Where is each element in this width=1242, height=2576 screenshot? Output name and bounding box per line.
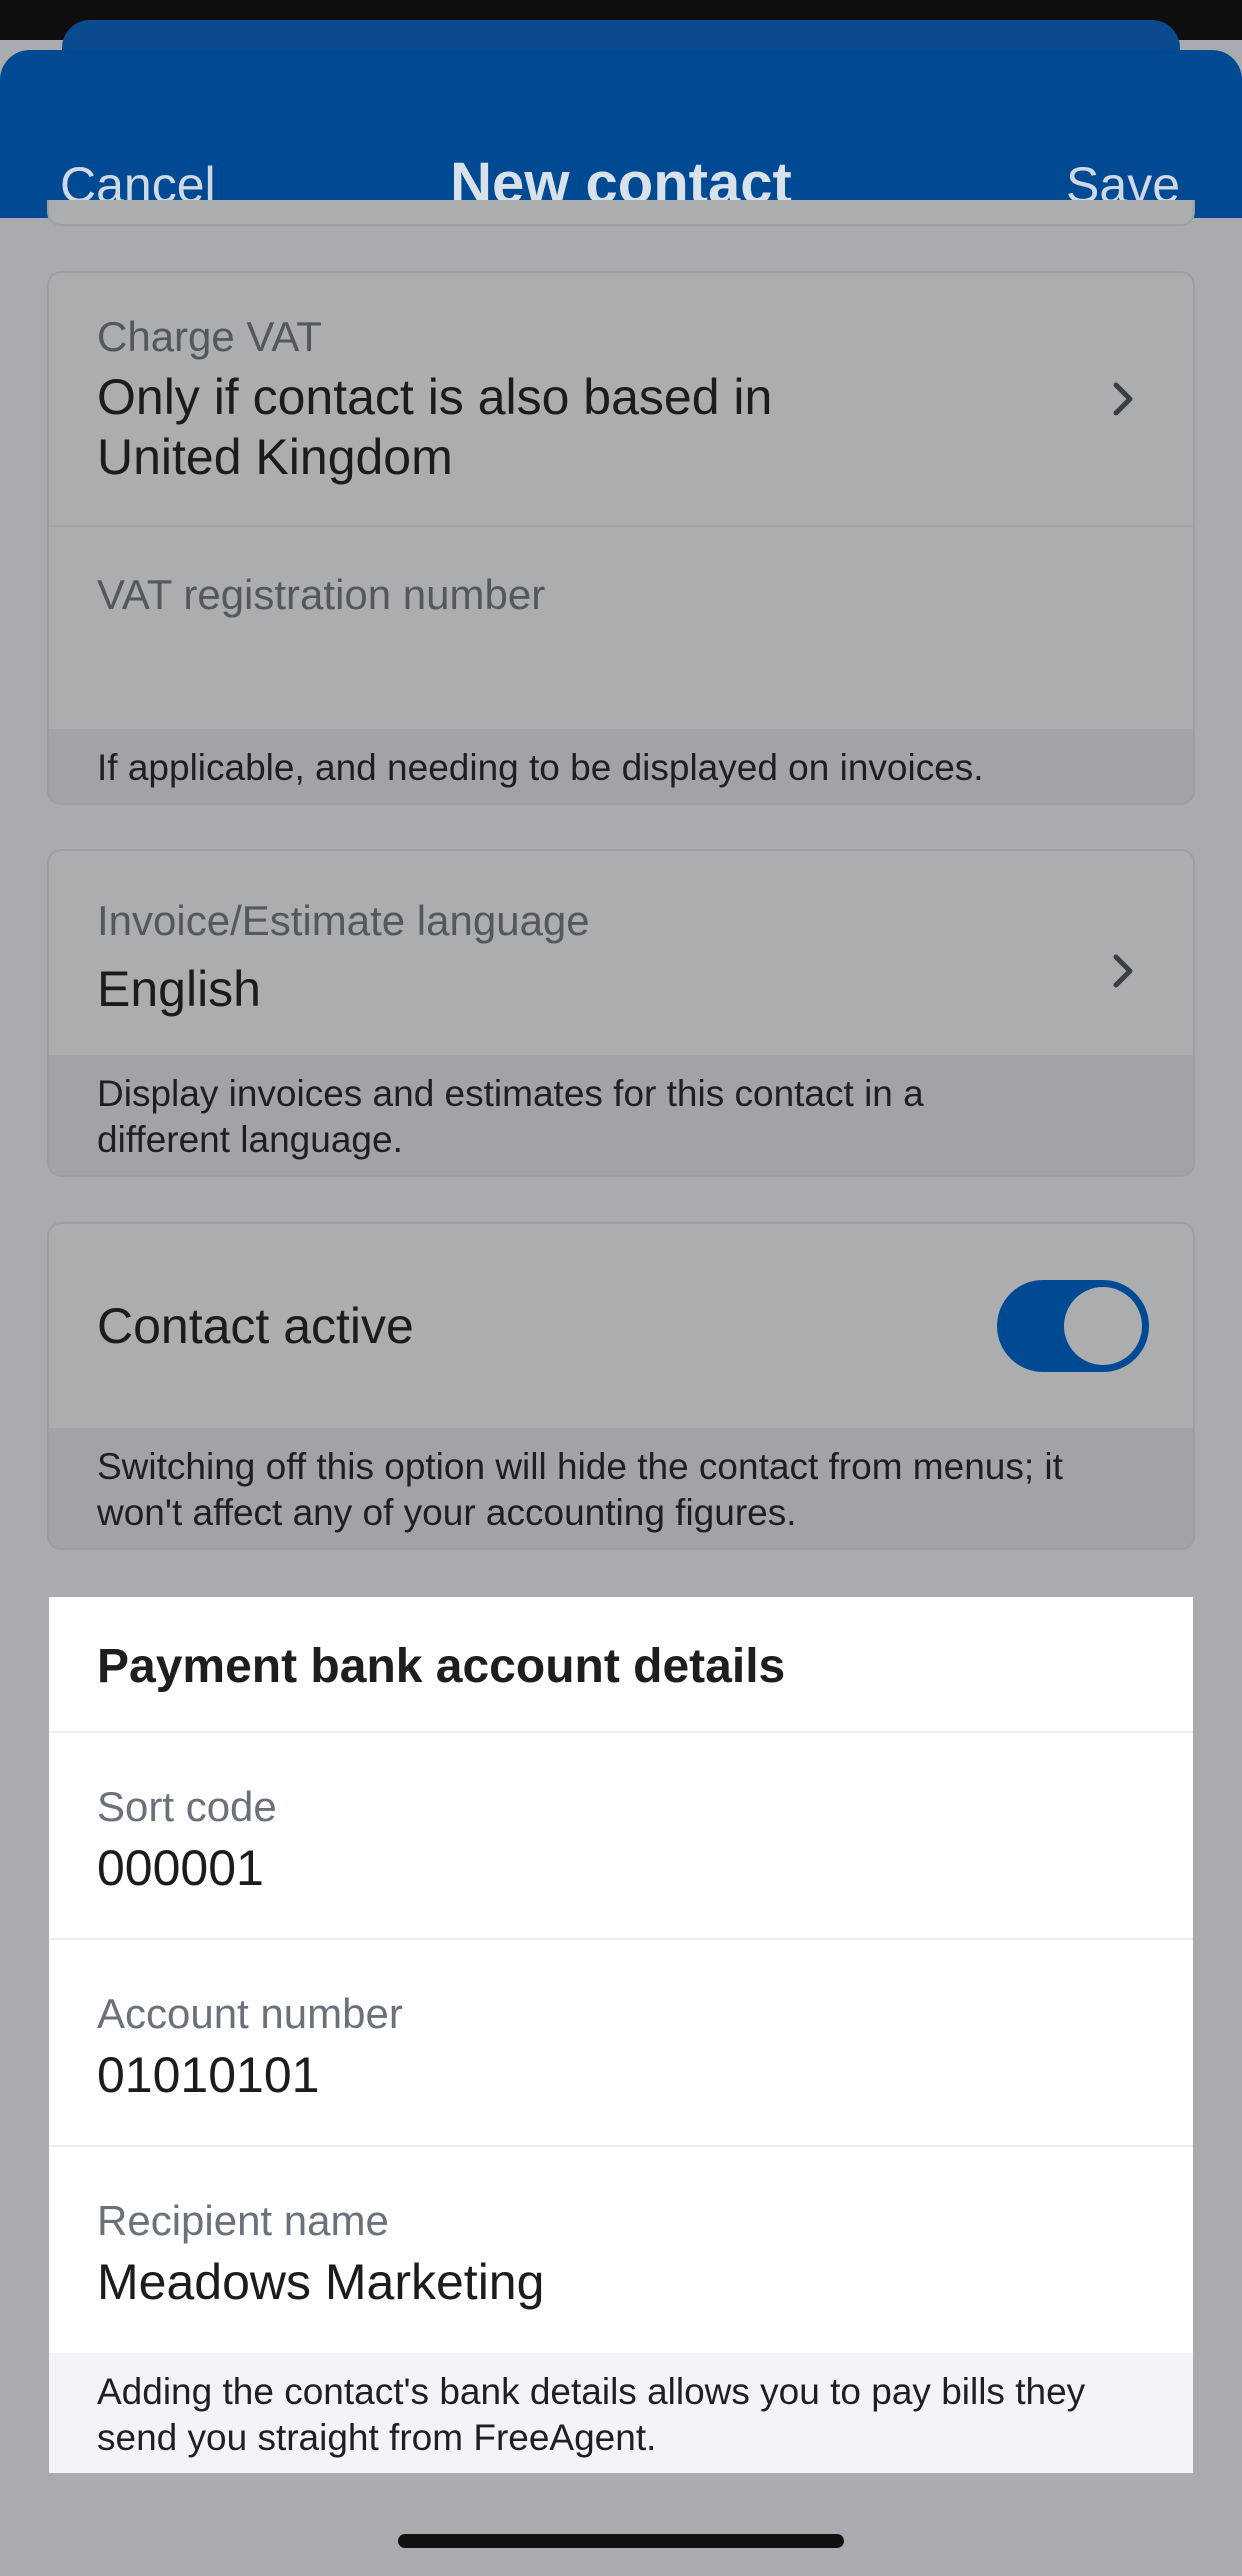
- language-footer-line2: different language.: [97, 1119, 403, 1160]
- language-row[interactable]: Invoice/Estimate language English: [49, 851, 1193, 1057]
- account-number-label: Account number: [97, 1990, 403, 2037]
- chevron-right-icon: [1113, 954, 1133, 988]
- bank-details-title: Payment bank account details: [97, 1640, 786, 1693]
- sort-code-field[interactable]: 000001: [97, 1839, 264, 1897]
- bank-footer-line2: send you straight from FreeAgent.: [97, 2417, 657, 2458]
- charge-vat-value-line2: United Kingdom: [97, 429, 453, 485]
- recipient-name-field[interactable]: Meadows Marketing: [97, 2253, 544, 2311]
- contact-active-footer-line1: Switching off this option will hide the …: [97, 1446, 1063, 1487]
- charge-vat-label: Charge VAT: [97, 313, 322, 360]
- contact-active-footer: Switching off this option will hide the …: [49, 1430, 1193, 1548]
- toggle-knob: [1064, 1287, 1142, 1365]
- language-value: English: [97, 961, 261, 1017]
- contact-active-card: Contact active Switching off this option…: [47, 1222, 1195, 1550]
- language-footer-line1: Display invoices and estimates for this …: [97, 1073, 924, 1114]
- contact-active-row: Contact active: [49, 1224, 1193, 1430]
- vat-number-row[interactable]: VAT registration number: [49, 527, 1193, 731]
- screen: Cancel New contact Save Charge VAT Only …: [0, 0, 1242, 2576]
- bank-details-footer: Adding the contact's bank details allows…: [49, 2353, 1193, 2473]
- contact-active-label: Contact active: [97, 1298, 414, 1354]
- vat-card: Charge VAT Only if contact is also based…: [47, 271, 1195, 805]
- charge-vat-row[interactable]: Charge VAT Only if contact is also based…: [49, 273, 1193, 527]
- vat-card-footer: If applicable, and needing to be display…: [49, 731, 1193, 803]
- contact-active-footer-line2: won't affect any of your accounting figu…: [97, 1492, 797, 1533]
- charge-vat-value-line1: Only if contact is also based in: [97, 369, 773, 425]
- sort-code-row[interactable]: Sort code 000001: [49, 1733, 1193, 1940]
- recipient-name-label: Recipient name: [97, 2197, 389, 2244]
- bank-details-card: Payment bank account details Sort code 0…: [49, 1597, 1193, 2473]
- language-card-footer: Display invoices and estimates for this …: [49, 1057, 1193, 1175]
- nav-header: Cancel New contact Save: [0, 50, 1242, 218]
- chevron-right-icon: [1113, 382, 1133, 416]
- recipient-name-row[interactable]: Recipient name Meadows Marketing: [49, 2147, 1193, 2354]
- account-number-field[interactable]: 01010101: [97, 2046, 319, 2104]
- language-card: Invoice/Estimate language English Displa…: [47, 849, 1195, 1177]
- contact-active-toggle[interactable]: [997, 1280, 1149, 1372]
- home-indicator[interactable]: [398, 2534, 844, 2548]
- account-number-row[interactable]: Account number 01010101: [49, 1940, 1193, 2147]
- language-label: Invoice/Estimate language: [97, 897, 590, 944]
- bank-footer-line1: Adding the contact's bank details allows…: [97, 2371, 1086, 2412]
- vat-number-label: VAT registration number: [97, 571, 546, 618]
- previous-card-edge: [47, 200, 1195, 226]
- bank-details-header: Payment bank account details: [49, 1597, 1193, 1733]
- sort-code-label: Sort code: [97, 1783, 277, 1830]
